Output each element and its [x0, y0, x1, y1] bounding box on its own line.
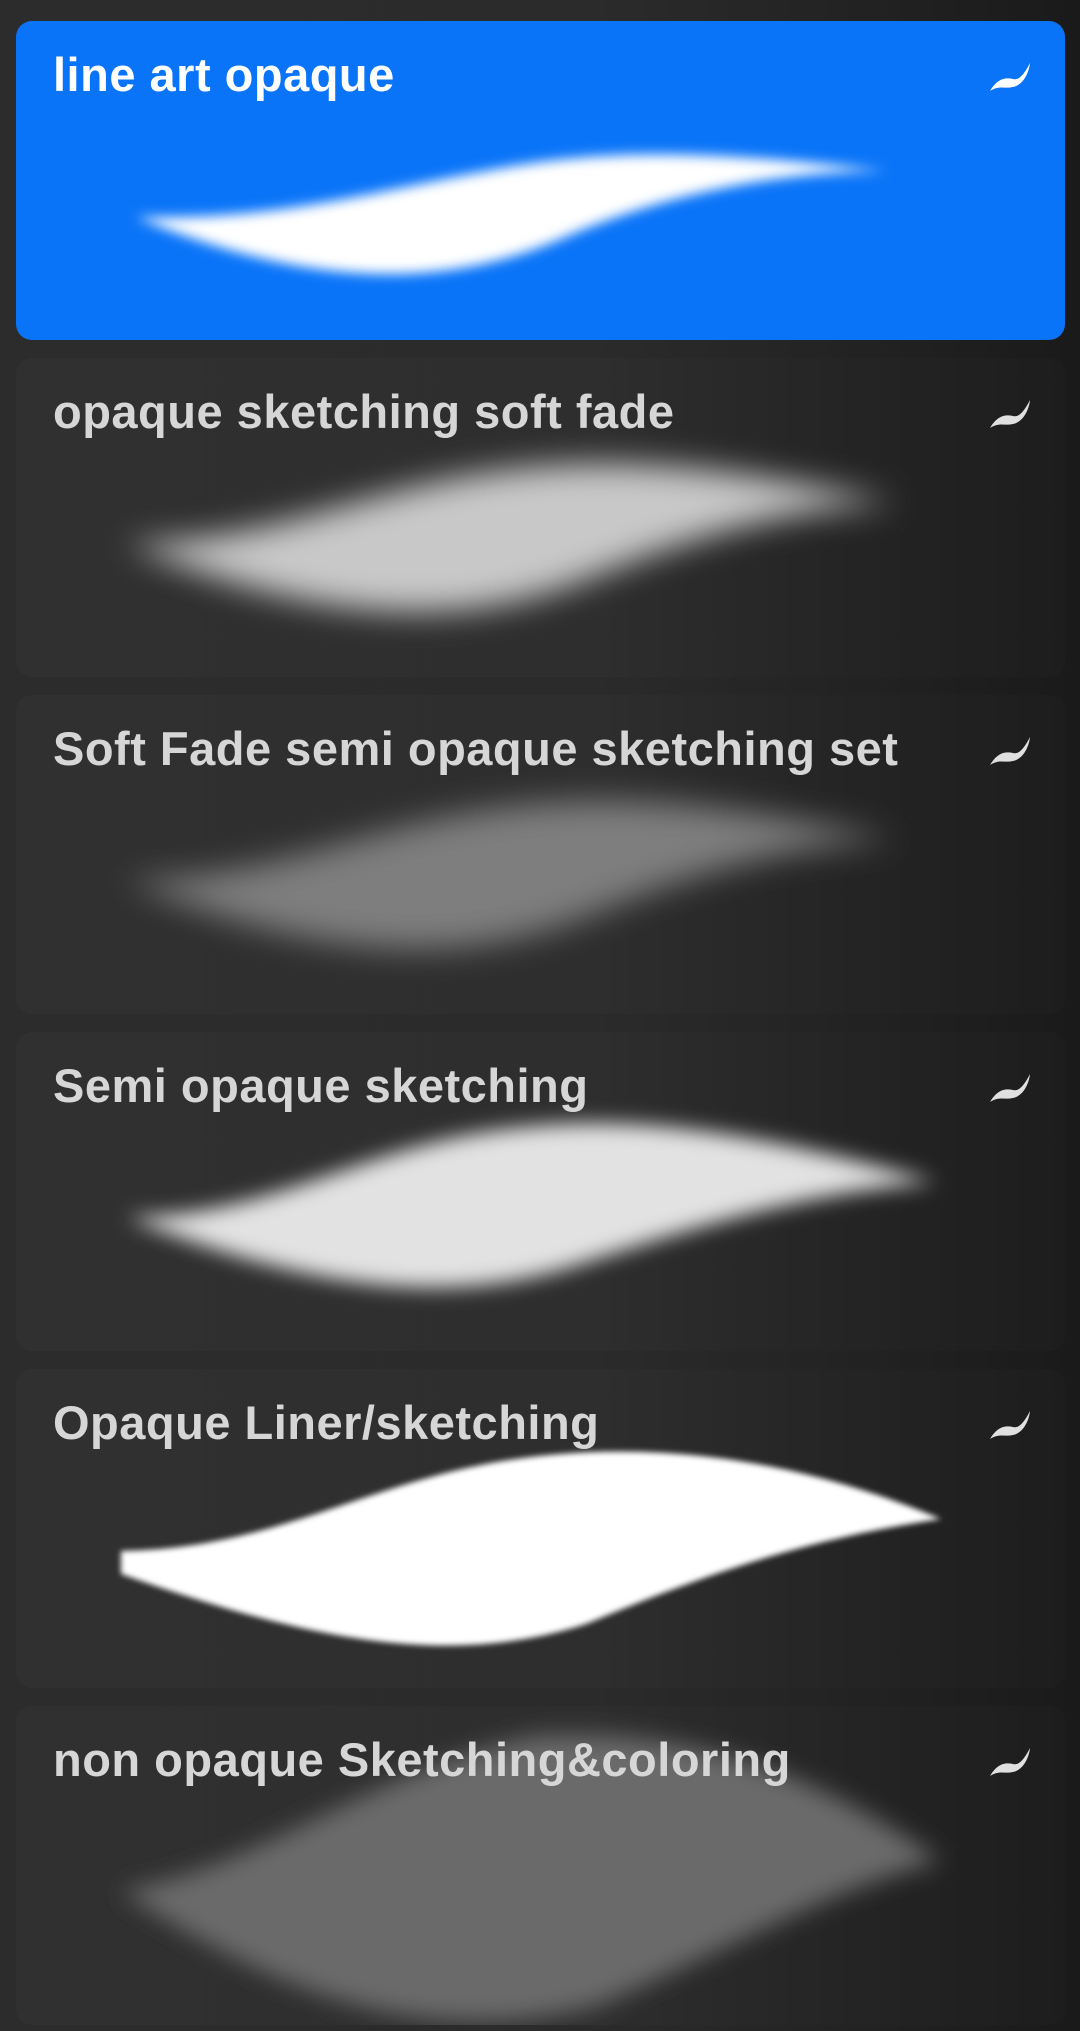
brush-stroke-icon [990, 1748, 1030, 1776]
brush-item-line-art-opaque[interactable]: line art opaque [16, 21, 1065, 340]
brush-stroke-icon [990, 63, 1030, 91]
brush-name: opaque sketching soft fade [53, 385, 675, 438]
brush-item-semi-opaque-sketching[interactable]: Semi opaque sketching [16, 1032, 1065, 1351]
brush-name: Semi opaque sketching [53, 1059, 589, 1112]
brush-item-non-opaque-sketching-coloring[interactable]: non opaque Sketching&coloring [16, 1706, 1065, 2025]
brush-name: non opaque Sketching&coloring [53, 1733, 791, 1786]
brush-item-opaque-sketching-soft-fade[interactable]: opaque sketching soft fade [16, 358, 1065, 677]
brush-stroke-icon [990, 400, 1030, 428]
brush-item-soft-fade-semi-opaque-sketching-set[interactable]: Soft Fade semi opaque sketching set [16, 695, 1065, 1014]
brush-stroke-icon [990, 737, 1030, 765]
brush-name: Opaque Liner/sketching [53, 1396, 600, 1449]
brush-stroke-icon [990, 1411, 1030, 1439]
brush-item-opaque-liner-sketching[interactable]: Opaque Liner/sketching [16, 1369, 1065, 1688]
brush-name: Soft Fade semi opaque sketching set [53, 722, 899, 775]
brush-library-list: line art opaque opaque sketching soft fa… [0, 0, 1080, 2031]
brush-stroke-icon [990, 1074, 1030, 1102]
brush-name: line art opaque [53, 48, 395, 101]
